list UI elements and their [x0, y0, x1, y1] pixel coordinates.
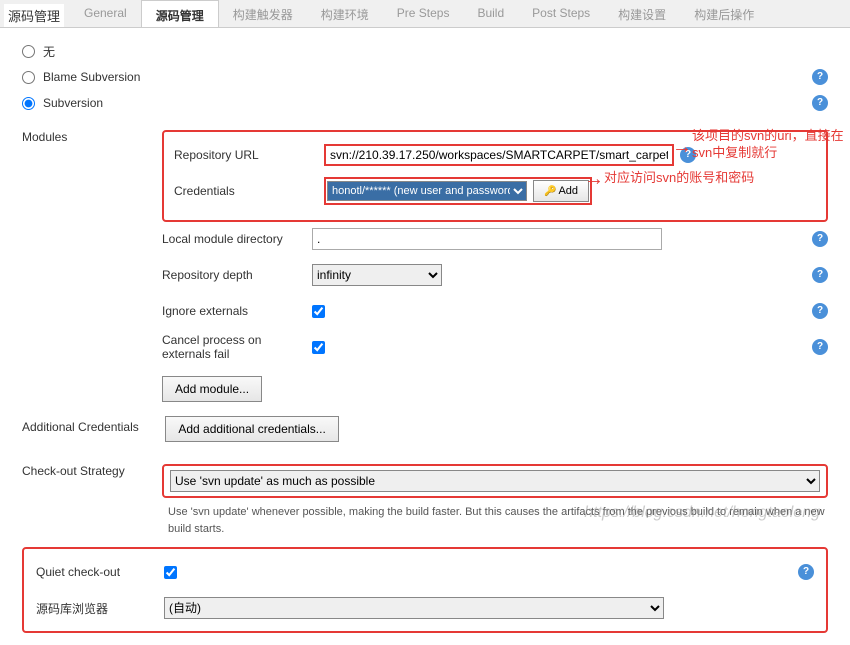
add-credential-button[interactable]: 🔑Add: [533, 180, 589, 202]
tab-general[interactable]: General: [70, 0, 141, 27]
repo-url-label: Repository URL: [174, 148, 324, 162]
radio-none-row: 无: [22, 40, 828, 62]
arrow-icon: →: [584, 168, 604, 191]
tab-env[interactable]: 构建环境: [307, 0, 383, 27]
repo-url-input[interactable]: [324, 144, 674, 166]
tab-postactions[interactable]: 构建后操作: [680, 0, 768, 27]
help-icon[interactable]: ?: [812, 69, 828, 85]
radio-blame-label: Blame Subversion: [43, 70, 812, 84]
local-dir-label: Local module directory: [162, 232, 312, 246]
watermark: https://blog.csdn.net/hongtaolong: [584, 504, 820, 522]
cancel-ext-checkbox[interactable]: [312, 341, 325, 354]
radio-none-label: 无: [43, 43, 828, 60]
strategy-highlight: Use 'svn update' as much as possible: [162, 464, 828, 498]
modules-label: Modules: [22, 126, 162, 148]
arrow-icon: →: [672, 136, 692, 159]
help-icon[interactable]: ?: [812, 267, 828, 283]
radio-svn-label: Subversion: [43, 96, 812, 110]
radio-blame[interactable]: [22, 71, 35, 84]
ignore-ext-checkbox[interactable]: [312, 305, 325, 318]
tab-triggers[interactable]: 构建触发器: [219, 0, 307, 27]
depth-select[interactable]: infinity: [312, 264, 442, 286]
help-icon[interactable]: ?: [812, 231, 828, 247]
cancel-ext-label: Cancel process on externals fail: [162, 333, 312, 361]
annotation-1: 该项目的svn的uri，直接在svn中复制就行: [692, 128, 847, 162]
radio-blame-row: Blame Subversion ?: [22, 66, 828, 88]
add-additional-cred-button[interactable]: Add additional credentials...: [165, 416, 338, 442]
browser-select[interactable]: (自动): [164, 597, 664, 619]
credentials-highlight: honotl/****** (new user and password) 🔑A…: [324, 177, 592, 205]
help-icon[interactable]: ?: [812, 95, 828, 111]
depth-label: Repository depth: [162, 268, 312, 282]
page-title: 源码管理: [4, 4, 64, 27]
bottom-highlight: Quiet check-out ? 源码库浏览器 (自动): [22, 547, 828, 633]
additional-cred-label: Additional Credentials: [22, 416, 162, 438]
annotation-2: 对应访问svn的账号和密码: [604, 170, 754, 187]
help-icon[interactable]: ?: [812, 303, 828, 319]
quiet-label: Quiet check-out: [36, 565, 164, 579]
local-dir-input[interactable]: [312, 228, 662, 250]
browser-label: 源码库浏览器: [36, 600, 164, 617]
strategy-label: Check-out Strategy: [22, 460, 162, 482]
tabs-bar: General 源码管理 构建触发器 构建环境 Pre Steps Build …: [0, 0, 850, 28]
radio-none[interactable]: [22, 45, 35, 58]
key-icon: 🔑: [544, 186, 556, 197]
add-module-button[interactable]: Add module...: [162, 376, 262, 402]
credentials-select[interactable]: honotl/****** (new user and password): [327, 181, 527, 201]
tab-buildsettings[interactable]: 构建设置: [604, 0, 680, 27]
tab-build[interactable]: Build: [463, 0, 518, 27]
help-icon[interactable]: ?: [812, 339, 828, 355]
radio-svn-row: Subversion ?: [22, 92, 828, 114]
tab-presteps[interactable]: Pre Steps: [383, 0, 464, 27]
strategy-select[interactable]: Use 'svn update' as much as possible: [170, 470, 820, 492]
tab-scm[interactable]: 源码管理: [141, 0, 219, 27]
quiet-checkbox[interactable]: [164, 566, 177, 579]
help-icon[interactable]: ?: [798, 564, 814, 580]
ignore-ext-label: Ignore externals: [162, 304, 312, 318]
credentials-label: Credentials: [174, 184, 324, 198]
tab-poststeps[interactable]: Post Steps: [518, 0, 604, 27]
radio-svn[interactable]: [22, 97, 35, 110]
